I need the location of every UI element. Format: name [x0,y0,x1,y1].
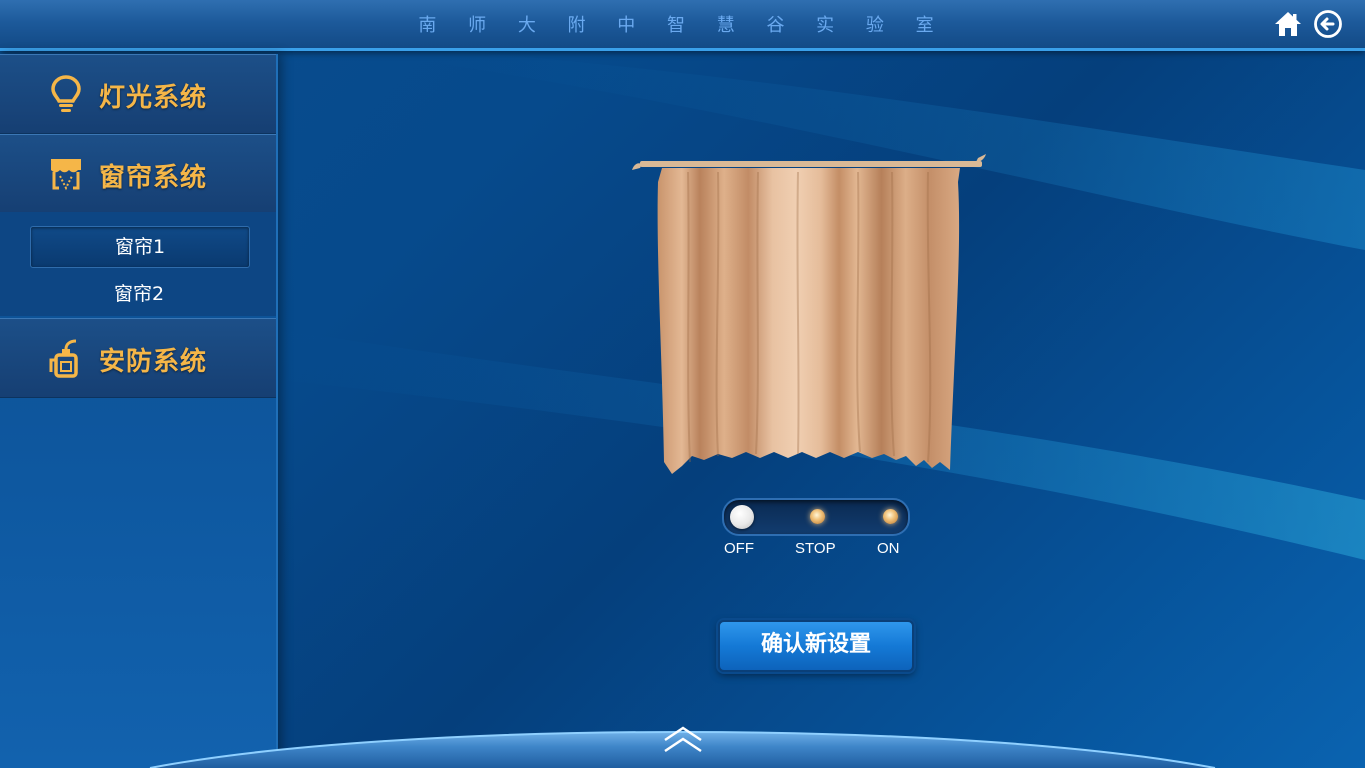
curtain-submenu: 窗帘1 窗帘2 [0,212,276,316]
sidebar: 灯光系统 窗帘系统 窗帘1 窗帘2 安防系统 [0,54,278,768]
home-button[interactable] [1273,9,1303,39]
submenu-item-curtain-2[interactable]: 窗帘2 [30,274,248,314]
switch-indicator-on [883,509,898,524]
sidebar-item-security[interactable]: 安防系统 [0,318,276,398]
sidebar-item-lighting[interactable]: 灯光系统 [0,54,276,134]
home-icon [1275,12,1301,36]
fire-extinguisher-icon [49,339,78,378]
switch-indicator-stop [810,509,825,524]
back-arrow-icon [1314,10,1342,38]
sidebar-item-label: 灯光系统 [99,83,208,113]
back-button[interactable] [1313,9,1343,39]
sidebar-item-label: 窗帘系统 [99,163,208,193]
curtain-icon [51,159,81,191]
chevron-up-double-icon [664,726,702,753]
curtain-switch[interactable] [722,498,910,536]
switch-label-stop[interactable]: STOP [795,540,836,557]
submenu-item-curtain-1[interactable]: 窗帘1 [30,226,250,268]
sidebar-item-curtain[interactable]: 窗帘系统 [0,134,276,214]
switch-label-on[interactable]: ON [877,540,900,557]
lightbulb-icon [51,75,81,112]
page-title: 南 师 大 附 中 智 慧 谷 实 验 室 [418,15,947,36]
expand-panel-button[interactable] [662,724,704,756]
switch-knob[interactable] [730,505,754,529]
switch-label-off[interactable]: OFF [724,540,754,557]
confirm-settings-button[interactable]: 确认新设置 [718,620,914,672]
top-bar: 南 师 大 附 中 智 慧 谷 实 验 室 [0,0,1365,51]
curtain-illustration [628,152,990,480]
sidebar-item-label: 安防系统 [99,347,208,377]
